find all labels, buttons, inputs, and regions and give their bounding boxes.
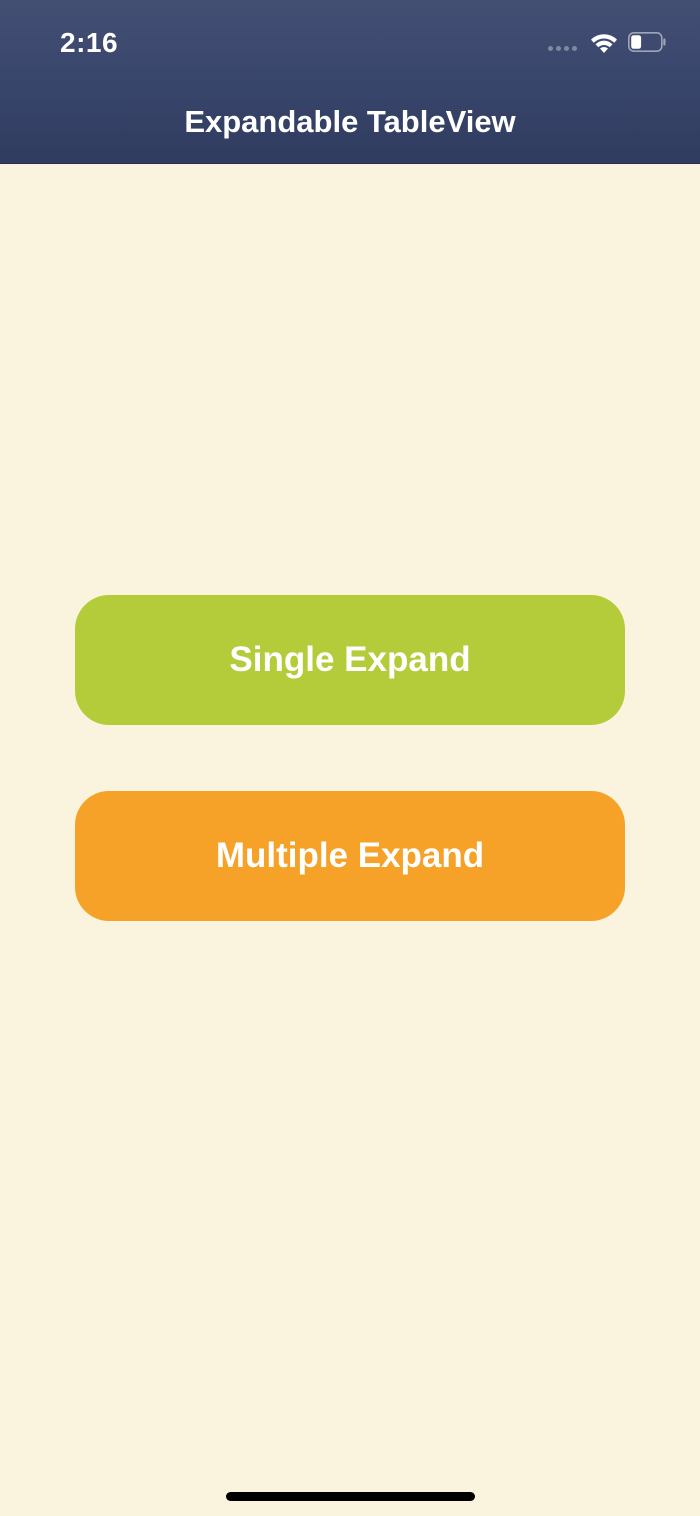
cellular-signal-icon <box>548 46 577 51</box>
home-indicator[interactable] <box>226 1492 475 1501</box>
wifi-icon <box>591 34 617 53</box>
status-bar-time: 2:16 <box>60 27 119 58</box>
page-title: Expandable TableView <box>184 104 516 139</box>
navigation-bar: 2:16 Expandable TableView <box>0 0 700 164</box>
multiple-expand-button[interactable]: Multiple Expand <box>75 791 625 921</box>
multiple-expand-label: Multiple Expand <box>215 836 485 875</box>
single-expand-button[interactable]: Single Expand <box>75 595 625 725</box>
single-expand-label: Single Expand <box>229 640 471 679</box>
battery-icon <box>628 32 666 52</box>
